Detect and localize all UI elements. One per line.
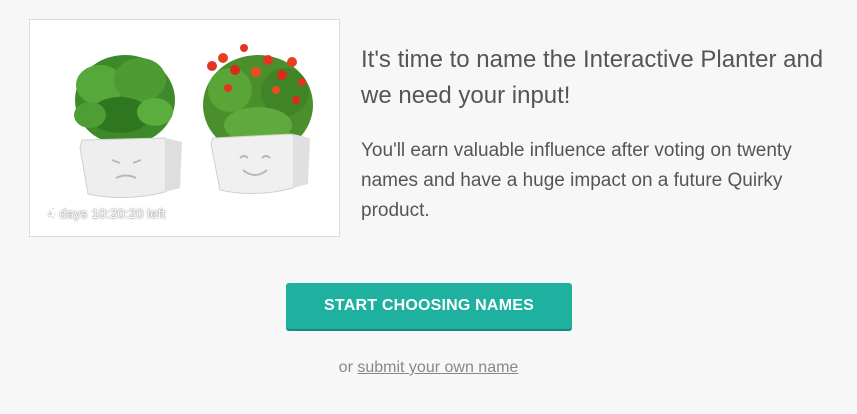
product-image: 4 days 10:20:20 left: [29, 19, 340, 237]
submit-alternative: or submit your own name: [0, 359, 857, 377]
tomato-planter: [203, 44, 313, 195]
timer-text: 4 days 10:20:20 left: [48, 206, 166, 221]
planter-illustration: [74, 44, 313, 199]
description: You'll earn valuable influence after vot…: [361, 140, 792, 221]
hourglass-icon: [49, 206, 57, 220]
basil-planter: [74, 55, 182, 199]
alt-prefix: or: [338, 359, 353, 376]
start-choosing-names-button[interactable]: START CHOOSING NAMES: [286, 283, 572, 329]
submit-name-link[interactable]: submit your own name: [357, 359, 518, 376]
headline: It's time to name the Interactive Plante…: [361, 46, 824, 109]
page: 4 days 10:20:20 left It's time to name t…: [0, 0, 857, 414]
countdown-timer: 4 days 10:20:20 left: [48, 206, 165, 221]
